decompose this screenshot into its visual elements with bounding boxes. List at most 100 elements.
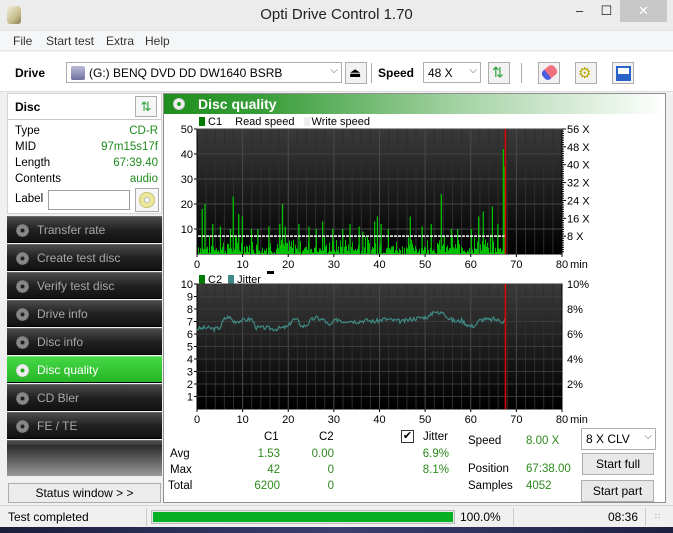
c1-bar (313, 253, 314, 254)
c1-bar (404, 247, 405, 254)
c1-bar (318, 251, 319, 254)
menu-bar: File Start test Extra Help (0, 31, 673, 51)
disc-label-input[interactable] (48, 190, 130, 210)
c1-bar (444, 236, 445, 254)
nav-item-disc-info[interactable]: Disc info (7, 328, 162, 355)
nav-item-fe-te[interactable]: FE / TE (7, 412, 162, 439)
c1-bar (361, 251, 362, 254)
c1-bar (272, 252, 273, 254)
eject-button[interactable]: ⏏ (345, 62, 367, 84)
save-button[interactable] (612, 62, 634, 84)
erase-button[interactable] (538, 62, 560, 84)
disc-title: Disc (15, 100, 41, 114)
disc-test-icon (16, 336, 29, 349)
c1-bar (237, 242, 238, 254)
nav-item-verify-test-disc[interactable]: Verify test disc (7, 272, 162, 299)
c1-bar (475, 248, 476, 254)
c1-bar (461, 246, 462, 254)
drive-select[interactable]: (G:) BENQ DVD DD DW1640 BSRB ⌵ (66, 62, 342, 83)
left-panel: Disc ⇅ Type CD-R MID 97m15s17f Length 67:39… (7, 93, 162, 503)
c1-bar (385, 252, 386, 254)
c1-bar (443, 244, 444, 254)
close-button[interactable]: ✕ (620, 0, 667, 22)
c1-bar-peak (322, 221, 324, 254)
c1-bar (398, 252, 399, 254)
nav-item-transfer-rate[interactable]: Transfer rate (7, 216, 162, 243)
c1-bar (234, 249, 235, 254)
speed-select[interactable]: 48 X ⌵ (423, 62, 481, 83)
c1-bar (223, 242, 224, 254)
y2-tick-label: 2% (567, 379, 583, 391)
nav-item-cd-bler[interactable]: CD Bler (7, 384, 162, 411)
nav-item-disc-quality[interactable]: Disc quality (7, 356, 162, 383)
menu-start-test[interactable]: Start test (46, 34, 94, 48)
c1-bar-peak (281, 204, 284, 254)
resize-grip-icon[interactable]: ∷ (655, 512, 660, 521)
disc-mid-label: MID (15, 141, 37, 153)
c1-bar (369, 243, 370, 254)
nav-item-label: Drive info (37, 307, 88, 321)
c1-bar (211, 245, 212, 254)
c1-bar (253, 249, 254, 254)
y2-tick-label: 24 X (567, 195, 590, 207)
panel-title: Disc quality (198, 96, 277, 112)
apply-label-button[interactable] (135, 188, 159, 212)
start-part-button[interactable]: Start part (581, 480, 654, 502)
x-axis-unit: min (570, 414, 588, 426)
maximize-button[interactable]: ☐ (593, 0, 620, 22)
y2-tick-label: 48 X (567, 142, 590, 154)
c1-bar (277, 243, 278, 254)
nav-item-label: CD Bler (37, 391, 80, 405)
jitter-checkbox[interactable]: ✔ (401, 430, 414, 443)
c1-bar (500, 247, 501, 254)
menu-file[interactable]: File (13, 34, 32, 48)
c1-bar (208, 252, 209, 254)
nav-item-label: Create test disc (37, 251, 121, 265)
c1-bar-peak (201, 209, 203, 254)
c1-bar (218, 250, 219, 254)
c1-bar (303, 250, 304, 254)
nav-item-label: Verify test disc (37, 279, 115, 293)
disc-mid-value: 97m15s17f (101, 141, 158, 153)
c1-bar-peak (358, 226, 360, 254)
minimize-button[interactable]: ‒ (566, 0, 593, 22)
c1-bar (339, 252, 340, 254)
settings-button[interactable]: ⚙ (575, 62, 597, 84)
status-window-button[interactable]: Status window > > (8, 483, 161, 503)
menu-help[interactable]: Help (145, 34, 170, 48)
c1-bar (326, 244, 327, 254)
disc-length-value: 67:39.40 (113, 157, 158, 169)
disc-test-icon (16, 420, 29, 433)
c1-bar (334, 250, 335, 254)
nav-item-drive-info[interactable]: Drive info (7, 300, 162, 327)
c1-bar (469, 248, 470, 254)
x-tick-label: 0 (194, 414, 200, 426)
c1-bar (484, 244, 485, 254)
c1-bar (354, 250, 355, 254)
c1-bar (337, 250, 338, 254)
c1-bar (437, 242, 438, 254)
c1-bar (378, 253, 379, 254)
c1-bar (256, 244, 257, 254)
y2-tick-label: 8 X (567, 231, 584, 243)
menu-extra[interactable]: Extra (106, 34, 134, 48)
c1-bar-peak (342, 229, 344, 254)
nav-item-create-test-disc[interactable]: Create test disc (7, 244, 162, 271)
c1-bar (314, 247, 315, 254)
refresh-disc-button[interactable]: ⇅ (135, 96, 157, 117)
c1-bar-peak (212, 224, 214, 254)
x-tick-label: 30 (328, 259, 340, 271)
start-full-button[interactable]: Start full (582, 453, 654, 475)
c1-bar (464, 250, 465, 254)
c1-bar (490, 234, 491, 254)
c1-bar (447, 245, 448, 254)
refresh-speed-button[interactable]: ⇅ (488, 62, 510, 84)
test-speed-select[interactable]: 8 X CLV ⌵ (581, 428, 656, 450)
c1-bar (386, 248, 387, 254)
c1-bar (423, 250, 424, 254)
c1-bar (407, 248, 408, 254)
c1-bar-peak (374, 221, 376, 254)
c1-bar (391, 246, 392, 254)
c1-bar-peak (478, 216, 480, 254)
c1-bar (263, 253, 264, 254)
